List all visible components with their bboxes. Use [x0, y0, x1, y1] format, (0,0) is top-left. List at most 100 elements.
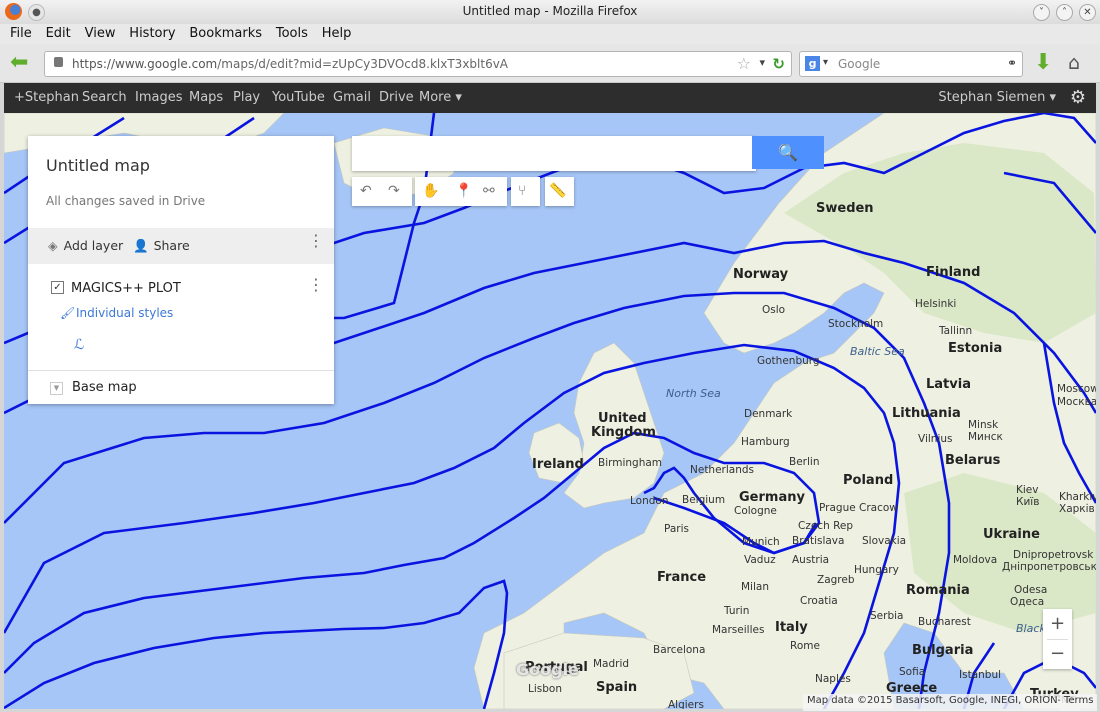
map-label: Vaduz — [744, 554, 776, 566]
map-search-input[interactable] — [352, 136, 756, 171]
map-label: Минск — [968, 431, 1003, 443]
google-logo: Google — [516, 660, 579, 679]
gbar-maps[interactable]: Maps — [189, 90, 223, 105]
map-label: Marseilles — [712, 624, 765, 636]
map-label: Barcelona — [653, 644, 706, 656]
map-label: Italy — [775, 620, 808, 635]
account-menu[interactable]: Stephan Siemen ▾ — [938, 90, 1056, 105]
map-label: Hamburg — [741, 436, 790, 448]
terms-link[interactable]: Terms — [1060, 694, 1098, 711]
layers-icon: ◈ — [48, 238, 58, 253]
back-arrow-icon[interactable]: ⬅ — [10, 52, 34, 74]
maximize-icon[interactable]: ˄ — [1056, 4, 1073, 21]
ruler-icon[interactable]: 📏 — [549, 183, 566, 199]
map-label: Kharkiv — [1059, 491, 1096, 503]
gear-icon[interactable]: ⚙ — [1070, 87, 1086, 108]
map-label: Istanbul — [959, 669, 1002, 681]
gbar-gmail[interactable]: Gmail — [333, 90, 371, 105]
map-label: Kiev — [1016, 484, 1039, 496]
url-dropdown-icon[interactable]: ▾ — [759, 56, 765, 69]
menu-edit[interactable]: Edit — [46, 26, 71, 41]
google-search-engine-icon[interactable]: g — [805, 56, 820, 71]
gbar-play[interactable]: Play — [233, 90, 260, 105]
map-label: Rome — [790, 640, 820, 652]
binoculars-icon[interactable]: ⚭ — [1007, 56, 1017, 70]
panel-actions: ◈ Add layer 👤 Share ⋮ — [28, 228, 334, 264]
add-layer-button[interactable]: ◈ Add layer — [48, 238, 123, 253]
search-engine-box[interactable]: g ▾ Google ⚭ — [799, 51, 1023, 77]
map-label: Москва — [1057, 396, 1096, 408]
map-label: Minsk — [968, 419, 999, 431]
map-label: Vilnius — [918, 433, 953, 445]
draw-line-icon[interactable]: ⚯ — [483, 183, 495, 199]
share-button[interactable]: 👤 Share — [133, 238, 190, 254]
lock-icon — [54, 57, 63, 67]
directions-icon[interactable]: ⑂ — [518, 183, 526, 199]
paint-roller-icon: 🖌 — [60, 306, 76, 320]
map-label: Cologne — [734, 505, 777, 517]
gbar-plus-user[interactable]: +Stephan — [14, 90, 79, 105]
url-path: /maps/d/edit?mid=zUpCy3DVOcd8.klxT3xblt6… — [217, 57, 509, 71]
map-label: Norway — [733, 267, 789, 282]
navigation-toolbar: ⬅ https://www.google.com/maps/d/edit?mid… — [0, 44, 1100, 83]
individual-styles-link[interactable]: 🖌 Individual styles — [60, 306, 173, 320]
marker-icon[interactable]: 📍 — [455, 183, 472, 199]
map-label: Sofia — [899, 666, 926, 678]
url-bar[interactable]: https://www.google.com/maps/d/edit?mid=z… — [44, 51, 792, 77]
map-label: Dnipropetrovsk — [1013, 549, 1094, 561]
layer-visibility-checkbox[interactable]: ✓ — [51, 281, 64, 294]
line-feature-icon[interactable]: ℒ — [74, 337, 84, 353]
search-placeholder: Google — [838, 57, 881, 71]
reload-icon[interactable]: ↻ — [772, 55, 785, 73]
window-titlebar: ● Untitled map - Mozilla Firefox ˅ ˄ ✕ — [0, 0, 1100, 25]
gbar-youtube[interactable]: YouTube — [272, 90, 325, 105]
redo-icon[interactable]: ↷ — [388, 183, 400, 199]
zoom-out-icon[interactable]: − — [1043, 643, 1072, 664]
map-options-icon[interactable]: ⋮ — [308, 233, 324, 249]
home-icon[interactable]: ⌂ — [1068, 53, 1080, 73]
gbar-more[interactable]: More ▾ — [419, 90, 462, 105]
gbar-drive[interactable]: Drive — [379, 90, 414, 105]
map-title[interactable]: Untitled map — [46, 156, 150, 175]
map-label: Lithuania — [892, 406, 961, 421]
gbar-search[interactable]: Search — [82, 90, 127, 105]
download-arrow-icon[interactable]: ⬇ — [1034, 52, 1052, 74]
menu-help[interactable]: Help — [322, 26, 352, 41]
map-search-button[interactable]: 🔍 — [752, 136, 824, 169]
menu-history[interactable]: History — [129, 26, 175, 41]
base-map-label[interactable]: Base map — [72, 380, 137, 395]
search-engine-dropdown-icon[interactable]: ▾ — [823, 57, 828, 68]
minimize-icon[interactable]: ˅ — [1033, 4, 1050, 21]
map-label: Romania — [906, 583, 970, 598]
menu-file[interactable]: File — [10, 26, 32, 41]
map-label: Moscow — [1057, 383, 1096, 395]
map-label: Київ — [1016, 496, 1040, 508]
base-map-expand-icon[interactable]: ▼ — [50, 382, 63, 395]
zoom-divider — [1047, 639, 1068, 640]
zoom-in-icon[interactable]: + — [1043, 613, 1072, 634]
window-title: Untitled map - Mozilla Firefox — [462, 4, 638, 18]
map-label: Madrid — [593, 658, 630, 670]
gbar-images[interactable]: Images — [135, 90, 183, 105]
url-text[interactable]: https://www.google.com/maps/d/edit?mid=z… — [72, 57, 508, 71]
map-label: Helsinki — [915, 298, 957, 310]
map-label: Дніпропетровськ — [1002, 561, 1096, 573]
layer-name[interactable]: MAGICS++ PLOT — [71, 281, 181, 296]
map-label: Prague — [819, 502, 856, 514]
menu-tools[interactable]: Tools — [276, 26, 308, 41]
menu-view[interactable]: View — [85, 26, 116, 41]
map-label: London — [630, 495, 669, 507]
close-icon[interactable]: ✕ — [1079, 4, 1096, 21]
undo-icon[interactable]: ↶ — [360, 183, 372, 199]
map-label: France — [657, 570, 707, 585]
map-label: Tallinn — [939, 325, 973, 337]
map-label: Sweden — [816, 201, 874, 216]
hand-icon[interactable]: ✋ — [422, 183, 439, 199]
map-label: Odesa — [1014, 584, 1048, 596]
edit-tools-group: ✋ 📍 ⚯ — [415, 177, 507, 206]
layer-options-icon[interactable]: ⋮ — [308, 277, 324, 293]
map-label: Serbia — [870, 610, 904, 622]
menu-bookmarks[interactable]: Bookmarks — [189, 26, 262, 41]
map-label: Turin — [724, 605, 750, 617]
bookmark-star-icon[interactable]: ☆ — [737, 54, 751, 73]
